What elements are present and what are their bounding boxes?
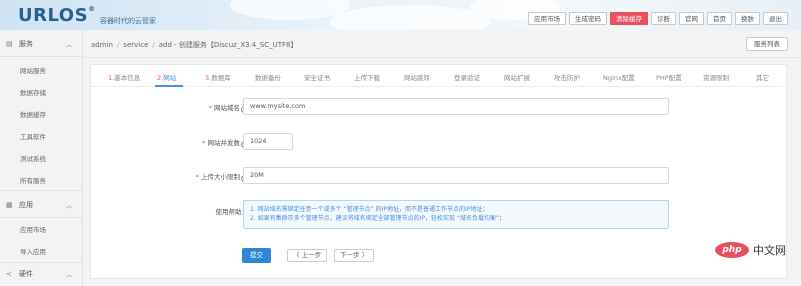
- submit-button[interactable]: 提交: [242, 248, 271, 263]
- nav-skin-button[interactable]: 换肤: [735, 12, 760, 25]
- sidebar-item-app-market[interactable]: 应用市场: [20, 224, 46, 234]
- sidebar-item-all-services[interactable]: 所有服务: [20, 175, 46, 185]
- php-logo: php: [715, 242, 749, 258]
- tab-data-backup[interactable]: 数据备份: [255, 72, 281, 82]
- chevron-up-icon: ︿: [66, 41, 73, 49]
- sidebar-item-data-storage[interactable]: 数据存储: [20, 87, 46, 97]
- sidebar-item-website-service[interactable]: 网站服务: [20, 65, 46, 75]
- nav-clear-cache-button[interactable]: 清除缓存: [610, 12, 648, 25]
- share-icon: ≺: [6, 270, 12, 278]
- top-nav: 应用市场 生成密码 清除缓存 诊断 官网 首页 换肤 退出: [528, 12, 788, 25]
- sidebar-group-hardware[interactable]: ≺ 硬件 ︿: [0, 262, 83, 286]
- grid-icon: ▦: [6, 201, 13, 209]
- tab-attack-protection[interactable]: 攻击防护: [554, 72, 580, 82]
- breadcrumb-service[interactable]: service: [123, 41, 148, 49]
- help-box: 1. 网站域名需绑定任意一个或多个 “管理节点” 的IP地址，而不是普通工作节点…: [243, 200, 669, 229]
- form-panel: 1.基本信息 2.网站 3.数据库 数据备份 安全证书 上传下载 网站跳转 登录…: [90, 64, 788, 279]
- sidebar-group-service[interactable]: ▤ 服务 ︿: [0, 32, 83, 56]
- header-cloud: [330, 5, 490, 30]
- prev-step-button[interactable]: 〈 上一步: [287, 249, 328, 262]
- tab-php-config[interactable]: PHP配置: [656, 72, 682, 82]
- domain-input[interactable]: www.mysite.com: [243, 98, 669, 115]
- breadcrumb-admin[interactable]: admin: [91, 41, 113, 49]
- tab-website[interactable]: 2.网站: [157, 72, 176, 82]
- service-list-button[interactable]: 服务列表: [746, 37, 788, 51]
- tab-bar: 1.基本信息 2.网站 3.数据库 数据备份 安全证书 上传下载 网站跳转 登录…: [91, 65, 788, 87]
- breadcrumb: admin / service / add - 创建服务【Discuz_X3.4_SC_…: [91, 41, 298, 49]
- tab-nginx-config[interactable]: Nginx配置: [603, 72, 635, 82]
- logo[interactable]: URLOS®: [18, 5, 96, 26]
- top-header: URLOS® 容器时代的云管家 应用市场 生成密码 清除缓存 诊断 官网 首页 …: [0, 0, 801, 30]
- upload-limit-input[interactable]: 20M: [243, 167, 669, 184]
- slogan: 容器时代的云管家: [100, 17, 156, 25]
- tab-database[interactable]: 3.数据库: [205, 72, 231, 82]
- tab-upload-download[interactable]: 上传下载: [354, 72, 380, 82]
- upload-limit-label: * 上传大小限制?: [196, 171, 248, 182]
- concurrency-label: * 网站并发数?: [202, 137, 248, 148]
- divider: [0, 190, 83, 191]
- tab-extensions[interactable]: 网站扩展: [504, 72, 530, 82]
- sidebar-item-import-app[interactable]: 导入应用: [20, 246, 46, 256]
- nav-generate-password-button[interactable]: 生成密码: [569, 12, 607, 25]
- help-line: 2. 如果有集群存多个管理节点，建议将域名绑定全部管理节点的IP，轻松实现 “域…: [250, 215, 506, 222]
- chevron-up-icon: ︿: [66, 271, 73, 279]
- breadcrumb-current: add - 创建服务【Discuz_X3.4_SC_UTF8】: [158, 41, 298, 49]
- active-tab-indicator: [155, 85, 183, 87]
- server-icon: ▤: [6, 40, 13, 48]
- nav-app-market-button[interactable]: 应用市场: [528, 12, 566, 25]
- tab-ssl-cert[interactable]: 安全证书: [304, 72, 330, 82]
- sidebar: ▤ 服务 ︿ 网站服务 数据存储 数据缓存 工具软件 测试系统 所有服务 ▦ 应…: [0, 30, 83, 286]
- tab-resource-limit[interactable]: 资源限制: [703, 72, 729, 82]
- divider: [0, 217, 83, 218]
- chevron-up-icon: ︿: [66, 202, 73, 210]
- tab-redirect[interactable]: 网站跳转: [404, 72, 430, 82]
- watermark-text: 中文网: [753, 244, 786, 257]
- php-cn-watermark: php 中文网: [715, 242, 786, 258]
- tab-login-auth[interactable]: 登录验证: [454, 72, 480, 82]
- chevron-left-icon: 〈: [293, 251, 302, 259]
- divider: [0, 56, 83, 57]
- sidebar-item-test-system[interactable]: 测试系统: [20, 153, 46, 163]
- help-line: 1. 网站域名需绑定任意一个或多个 “管理节点” 的IP地址，而不是普通工作节点…: [250, 206, 489, 213]
- nav-diagnose-button[interactable]: 诊断: [651, 12, 676, 25]
- sidebar-item-data-cache[interactable]: 数据缓存: [20, 109, 46, 119]
- nav-official-site-button[interactable]: 官网: [679, 12, 704, 25]
- breadcrumb-bar: admin / service / add - 创建服务【Discuz_X3.4_SC_…: [83, 30, 801, 58]
- next-step-button[interactable]: 下一步 〉: [334, 249, 375, 262]
- concurrency-input[interactable]: 1024: [243, 133, 293, 150]
- sidebar-group-app[interactable]: ▦ 应用 ︿: [0, 193, 83, 217]
- chevron-right-icon: 〉: [359, 251, 369, 259]
- nav-home-button[interactable]: 首页: [707, 12, 732, 25]
- tab-basic-info[interactable]: 1.基本信息: [108, 72, 140, 82]
- nav-logout-button[interactable]: 退出: [763, 12, 788, 25]
- sidebar-item-tools[interactable]: 工具软件: [20, 131, 46, 141]
- tab-other[interactable]: 其它: [756, 72, 769, 82]
